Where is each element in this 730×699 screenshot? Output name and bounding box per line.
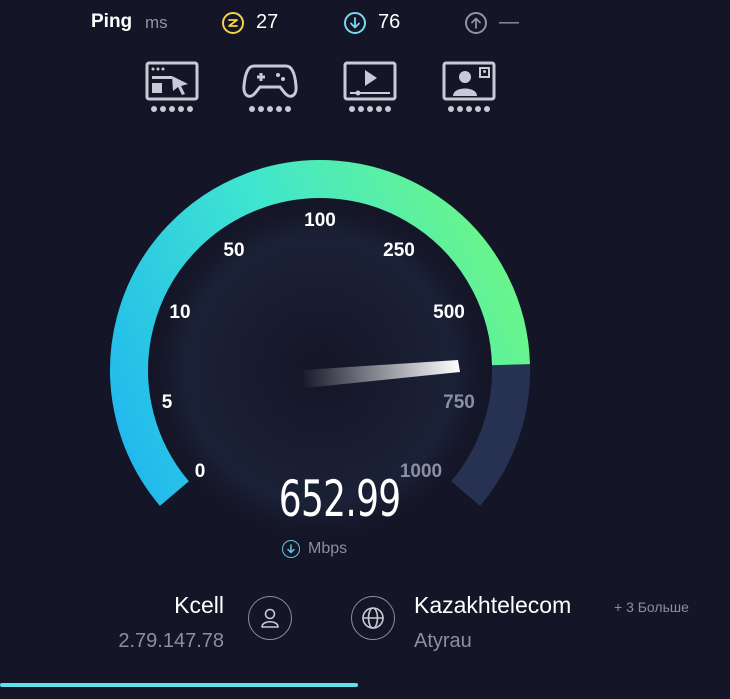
scale-label-500: 500 bbox=[433, 302, 465, 323]
test-progress-fill bbox=[0, 683, 358, 687]
user-icon[interactable] bbox=[248, 596, 292, 640]
speed-unit: Mbps bbox=[308, 540, 348, 557]
server-more-link[interactable]: + 3 Больше bbox=[614, 599, 689, 615]
test-progress-bar bbox=[0, 683, 730, 687]
speed-gauge: 0 5 10 50 100 250 500 750 1000 bbox=[110, 160, 531, 545]
scale-label-750: 750 bbox=[443, 392, 475, 413]
scale-label-5: 5 bbox=[162, 392, 173, 413]
scale-label-10: 10 bbox=[169, 302, 190, 323]
scale-label-1000: 1000 bbox=[400, 461, 442, 482]
globe-icon[interactable] bbox=[351, 596, 395, 640]
scale-label-50: 50 bbox=[223, 240, 244, 261]
download-arrow-icon bbox=[282, 540, 300, 558]
server-name[interactable]: Kazakhtelecom bbox=[414, 592, 571, 619]
scale-label-250: 250 bbox=[383, 240, 415, 261]
isp-ip: 2.79.147.78 bbox=[118, 630, 224, 652]
isp-name: Kcell bbox=[174, 592, 224, 618]
server-location: Atyrau bbox=[414, 630, 472, 652]
scale-label-100: 100 bbox=[304, 210, 336, 231]
speed-value: 652.99 bbox=[278, 470, 401, 528]
scale-label-0: 0 bbox=[195, 461, 206, 482]
speed-unit-row: Mbps bbox=[282, 540, 347, 558]
